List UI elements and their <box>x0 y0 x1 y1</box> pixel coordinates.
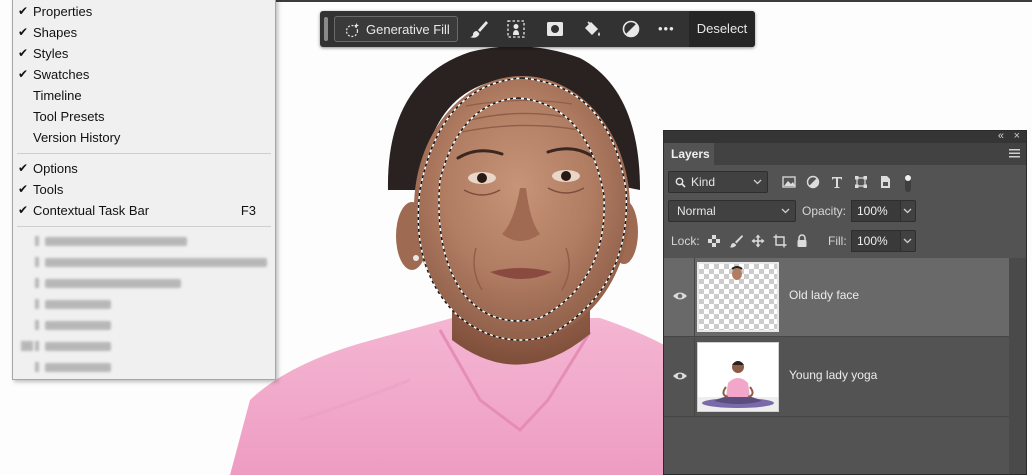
menu-item-shapes[interactable]: ✔ Shapes <box>13 22 275 43</box>
layer-filter-row: Kind <box>664 171 1026 195</box>
contextual-task-bar: Generative Fill ••• Deselect <box>320 11 755 47</box>
fill-field[interactable]: 100% <box>851 230 901 252</box>
search-icon <box>675 177 686 188</box>
menu-item-shortcut: F3 <box>240 203 256 218</box>
menu-separator <box>17 153 271 154</box>
filter-kind-label: Kind <box>691 175 716 189</box>
layer-list: Old lady face Young lady yoga <box>664 258 1026 474</box>
menu-item-swatches[interactable]: ✔ Swatches <box>13 64 275 85</box>
deselect-button[interactable]: Deselect <box>689 11 755 47</box>
window-menu-dropdown: ✔ Properties ✔ Shapes ✔ Styles ✔ Swatche… <box>12 0 276 380</box>
filter-smart-object-icon[interactable] <box>878 175 892 189</box>
chevron-down-icon <box>903 208 912 214</box>
filter-toggle-icon[interactable] <box>904 173 912 193</box>
chevron-down-icon <box>753 179 762 185</box>
filter-adjustment-icon[interactable] <box>806 175 820 189</box>
check-icon: ✔ <box>18 182 29 196</box>
check-icon: ✔ <box>18 46 29 60</box>
panel-title-bar: « × <box>664 129 1026 143</box>
menu-item-label: Properties <box>33 4 93 19</box>
generative-fill-icon <box>345 23 359 38</box>
menu-item-tool-presets[interactable]: Tool Presets <box>13 106 275 127</box>
lock-transparent-pixels-icon[interactable] <box>707 234 721 248</box>
layer-thumbnail[interactable] <box>697 262 779 332</box>
check-icon: ✔ <box>18 67 29 81</box>
layer-name[interactable]: Old lady face <box>789 288 859 302</box>
blend-opacity-row: Normal Opacity: 100% <box>664 200 1026 224</box>
brush-icon[interactable] <box>469 19 489 39</box>
opacity-label: Opacity: <box>802 204 847 218</box>
opacity-field[interactable]: 100% <box>851 200 901 222</box>
fill-dropdown[interactable] <box>900 230 916 252</box>
check-icon: ✔ <box>18 161 29 175</box>
menu-item-label: Options <box>33 161 78 176</box>
layer-row-young-lady-yoga[interactable]: Young lady yoga <box>664 338 1009 417</box>
redacted-document-list <box>21 236 267 372</box>
menu-item-label: Version History <box>33 130 121 145</box>
lock-label: Lock: <box>671 234 700 248</box>
menu-item-styles[interactable]: ✔ Styles <box>13 43 275 64</box>
menu-item-contextual-task-bar[interactable]: ✔ Contextual Task Bar F3 <box>13 200 275 221</box>
lock-fill-row: Lock: Fill: 100% <box>664 230 1026 254</box>
opacity-dropdown[interactable] <box>900 200 916 222</box>
old-lady-face-thumbnail <box>731 266 743 280</box>
blend-mode-value: Normal <box>677 204 716 218</box>
select-subject-icon[interactable] <box>506 19 526 39</box>
filter-shape-icon[interactable] <box>854 175 868 189</box>
visibility-eye-icon[interactable] <box>672 370 688 382</box>
menu-item-label: Styles <box>33 46 69 61</box>
menu-item-label: Timeline <box>33 88 82 103</box>
eye-column-divider <box>694 338 695 417</box>
eye-column-divider <box>694 258 695 337</box>
layer-thumbnail[interactable] <box>697 342 779 412</box>
lock-all-icon[interactable] <box>795 234 809 248</box>
check-icon: ✔ <box>18 25 29 39</box>
generative-fill-label: Generative Fill <box>366 22 450 37</box>
menu-item-timeline[interactable]: Timeline <box>13 85 275 106</box>
layer-list-scrollbar[interactable] <box>1009 258 1026 474</box>
menu-separator <box>17 226 271 227</box>
menu-item-properties[interactable]: ✔ Properties <box>13 1 275 22</box>
layer-row-old-lady-face[interactable]: Old lady face <box>664 258 1009 337</box>
generative-fill-button[interactable]: Generative Fill <box>334 16 458 42</box>
lock-artboard-icon[interactable] <box>773 234 787 248</box>
filter-pixel-icon[interactable] <box>782 175 796 189</box>
blend-mode-select[interactable]: Normal <box>668 200 796 222</box>
check-icon: ✔ <box>18 4 29 18</box>
visibility-eye-icon[interactable] <box>672 290 688 302</box>
menu-item-label: Shapes <box>33 25 78 40</box>
drag-handle[interactable] <box>324 17 328 41</box>
tab-layers[interactable]: Layers <box>664 143 714 165</box>
panel-tab-bar: Layers <box>664 143 1026 165</box>
collapse-panel-icon[interactable]: « <box>998 129 1004 143</box>
menu-item-label: Contextual Task Bar <box>33 203 150 218</box>
filter-type-icon[interactable] <box>830 175 844 189</box>
layer-name[interactable]: Young lady yoga <box>789 368 877 382</box>
check-icon: ✔ <box>18 203 29 217</box>
menu-item-label: Tools <box>33 182 64 197</box>
menu-item-tools[interactable]: ✔ Tools <box>13 179 275 200</box>
menu-item-options[interactable]: ✔ Options <box>13 158 275 179</box>
menu-item-label: Swatches <box>33 67 90 82</box>
lock-position-icon[interactable] <box>751 234 765 248</box>
menu-item-label: Tool Presets <box>33 109 105 124</box>
adjustment-icon[interactable] <box>621 19 641 39</box>
more-options-icon[interactable]: ••• <box>658 20 675 38</box>
lock-image-pixels-icon[interactable] <box>729 234 743 248</box>
close-panel-icon[interactable]: × <box>1014 129 1020 143</box>
young-lady-yoga-thumbnail <box>698 361 778 411</box>
paint-bucket-icon[interactable] <box>582 19 602 39</box>
mask-icon[interactable] <box>545 19 565 39</box>
chevron-down-icon <box>903 238 912 244</box>
panel-menu-icon[interactable] <box>1009 148 1020 159</box>
filter-kind-select[interactable]: Kind <box>668 171 768 193</box>
chevron-down-icon <box>781 208 790 214</box>
fill-label: Fill: <box>828 234 847 248</box>
layers-panel: « × Layers Kind Normal Opacity: 100% Loc… <box>663 130 1027 475</box>
menu-item-version-history[interactable]: Version History <box>13 127 275 148</box>
canvas-top-border <box>276 0 1032 2</box>
